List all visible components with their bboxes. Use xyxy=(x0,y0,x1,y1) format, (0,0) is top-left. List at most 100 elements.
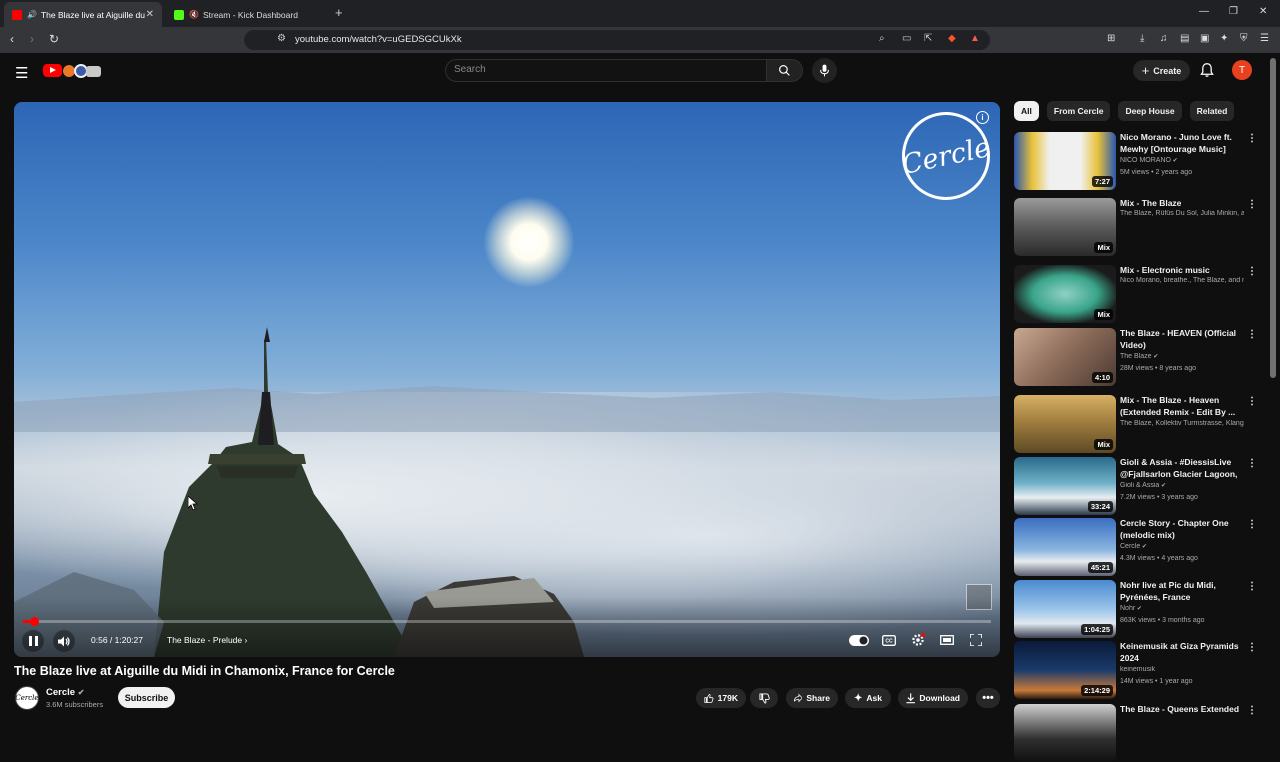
channel-avatar[interactable]: Cercle xyxy=(15,686,39,710)
downloads-icon[interactable]: ⤓ xyxy=(1140,33,1144,44)
recommendation-title[interactable]: Keinemusik at Giza Pyramids 2024 xyxy=(1120,641,1242,664)
recommendation-title[interactable]: Nico Morano - Juno Love ft. Mewhy [Ontou… xyxy=(1120,132,1242,155)
chip-deep-house[interactable]: Deep House xyxy=(1118,101,1182,121)
subscribe-button[interactable]: Subscribe xyxy=(118,687,175,708)
audio-muted-icon[interactable]: 🔇 xyxy=(189,10,199,19)
browser-tab-youtube[interactable]: 🔊 The Blaze live at Aiguille du M ✕ xyxy=(4,2,162,27)
video-thumbnail[interactable]: 7:27 xyxy=(1014,132,1116,190)
share-page-icon[interactable]: ⇱ xyxy=(924,33,932,44)
video-thumbnail[interactable]: Mix xyxy=(1014,265,1116,323)
recommendation-item[interactable]: 33:24 Gioli & Assia - #DiessisLive @Fjall… xyxy=(1014,457,1262,515)
video-thumbnail[interactable]: Mix xyxy=(1014,198,1116,256)
chip-all[interactable]: All xyxy=(1014,101,1039,121)
progress-bar[interactable] xyxy=(23,617,991,626)
recommendation-title[interactable]: Cercle Story - Chapter One (melodic mix) xyxy=(1120,518,1242,541)
forward-icon[interactable]: › xyxy=(30,32,34,46)
recommendation-channel[interactable]: Cercle ✔ xyxy=(1120,543,1244,550)
more-vertical-icon[interactable]: ⋮ xyxy=(1247,458,1257,469)
dislike-button[interactable] xyxy=(750,688,778,708)
theater-mode-button[interactable] xyxy=(936,630,958,650)
recommendation-item[interactable]: Mix Mix - The Blaze - Heaven (Extended Re… xyxy=(1014,395,1262,453)
tab-close-icon[interactable]: ✕ xyxy=(146,9,154,20)
notifications-bell-icon[interactable] xyxy=(1200,62,1214,78)
more-vertical-icon[interactable]: ⋮ xyxy=(1247,329,1257,340)
more-vertical-icon[interactable]: ⋮ xyxy=(1247,581,1257,592)
download-button[interactable]: Download xyxy=(898,688,968,708)
more-vertical-icon[interactable]: ⋮ xyxy=(1247,705,1257,716)
address-bar[interactable]: ⚙ youtube.com/watch?v=uGEDSGCUkXk ⌕ ▭ ⇱ … xyxy=(244,30,990,50)
wallet-icon[interactable]: ▣ xyxy=(1200,33,1209,44)
minimize-icon[interactable]: — xyxy=(1199,6,1209,17)
like-button[interactable]: 179K xyxy=(696,688,746,708)
media-icon[interactable]: ♫ xyxy=(1160,33,1168,44)
recommendation-title[interactable]: Nohr live at Pic du Midi, Pyrénées, Fran… xyxy=(1120,580,1242,603)
audio-playing-icon[interactable]: 🔊 xyxy=(27,10,37,19)
recommendation-channel[interactable]: NICO MORANO ✔ xyxy=(1120,157,1244,164)
brave-shield-icon[interactable]: ◆ xyxy=(948,33,956,44)
recommendation-title[interactable]: Gioli & Assia - #DiessisLive @Fjallsarlo… xyxy=(1120,457,1242,480)
search-input[interactable] xyxy=(454,64,754,75)
recommendation-channel[interactable]: The Blaze, Rüfüs Du Sol, Julia Minkin, a… xyxy=(1120,210,1244,217)
video-thumbnail[interactable] xyxy=(1014,704,1116,762)
recommendation-title[interactable]: Mix - The Blaze - Heaven (Extended Remix… xyxy=(1120,395,1242,418)
video-thumbnail[interactable]: 1:04:25 xyxy=(1014,580,1116,638)
vpn-icon[interactable]: ⛨ xyxy=(1240,33,1248,44)
more-vertical-icon[interactable]: ⋮ xyxy=(1247,199,1257,210)
fullscreen-button[interactable] xyxy=(965,630,987,650)
video-thumbnail[interactable]: 2:14:29 xyxy=(1014,641,1116,699)
create-button[interactable]: + Create xyxy=(1133,60,1190,81)
site-info-icon[interactable]: ⚙ xyxy=(277,33,286,44)
back-icon[interactable]: ‹ xyxy=(10,32,14,46)
recommendation-title[interactable]: The Blaze - HEAVEN (Official Video) xyxy=(1120,328,1242,351)
recommendation-channel[interactable]: The Blaze ✔ xyxy=(1120,353,1244,360)
video-player[interactable]: Cercle i 0:56 / 1:20:27 The Blaze - Prel… xyxy=(14,102,1000,657)
video-thumbnail[interactable]: 33:24 xyxy=(1014,457,1116,515)
more-vertical-icon[interactable]: ⋮ xyxy=(1247,266,1257,277)
video-thumbnail[interactable]: 45:21 xyxy=(1014,518,1116,576)
chip-from-cercle[interactable]: From Cercle xyxy=(1046,101,1111,121)
recommendation-item[interactable]: 2:14:29 Keinemusik at Giza Pyramids 2024 k… xyxy=(1014,641,1262,699)
browser-tab-kick[interactable]: 🔇 Stream - Kick Dashboard xyxy=(166,2,326,27)
more-vertical-icon[interactable]: ⋮ xyxy=(1247,133,1257,144)
recommendation-channel[interactable]: The Blaze, Kollektiv Turmstrasse, Klangk… xyxy=(1120,420,1244,427)
video-thumbnail[interactable]: Mix xyxy=(1014,395,1116,453)
more-vertical-icon[interactable]: ⋮ xyxy=(1247,396,1257,407)
pause-button[interactable] xyxy=(22,630,44,652)
more-vertical-icon[interactable]: ⋮ xyxy=(1247,642,1257,653)
sidebar-toggle-icon[interactable]: ⊞ xyxy=(1107,33,1115,44)
recommendation-channel[interactable]: keinemusik xyxy=(1120,666,1244,673)
voice-search-button[interactable] xyxy=(812,58,837,83)
hamburger-menu-icon[interactable]: ☰ xyxy=(15,64,28,82)
ask-button[interactable]: ✦ Ask xyxy=(845,688,891,708)
youtube-doodle-logo[interactable] xyxy=(43,63,101,79)
recommendation-item[interactable]: Mix Mix - The Blaze The Blaze, Rüfüs Du So… xyxy=(1014,198,1262,256)
new-tab-icon[interactable]: + xyxy=(335,5,343,20)
recommendation-item[interactable]: 4:10 The Blaze - HEAVEN (Official Video) T… xyxy=(1014,328,1262,386)
recommendation-item[interactable]: The Blaze - Queens Extended ⋮ xyxy=(1014,704,1262,762)
url-text[interactable]: youtube.com/watch?v=uGEDSGCUkXk xyxy=(295,34,462,45)
reader-icon[interactable]: ▤ xyxy=(1180,33,1189,44)
recommendation-channel[interactable]: Nohr ✔ xyxy=(1120,605,1244,612)
chip-related[interactable]: Related xyxy=(1189,101,1235,121)
info-icon[interactable]: i xyxy=(976,111,989,124)
settings-button[interactable] xyxy=(907,630,929,650)
cast-icon[interactable]: ▭ xyxy=(902,33,911,44)
recommendation-item[interactable]: 1:04:25 Nohr live at Pic du Midi, Pyrénée… xyxy=(1014,580,1262,638)
chapter-button[interactable]: The Blaze - Prelude › xyxy=(167,635,247,645)
page-scrollbar[interactable] xyxy=(1270,58,1276,378)
volume-button[interactable] xyxy=(53,630,75,652)
maximize-icon[interactable]: ❐ xyxy=(1229,6,1238,17)
recommendation-channel[interactable]: Gioli & Assia ✔ xyxy=(1120,482,1244,489)
video-thumbnail[interactable]: 4:10 xyxy=(1014,328,1116,386)
search-button[interactable] xyxy=(766,59,803,82)
recommendation-item[interactable]: 45:21 Cercle Story - Chapter One (melodic… xyxy=(1014,518,1262,576)
channel-name[interactable]: Cercle ✔ xyxy=(46,687,84,698)
recommendation-channel[interactable]: Nico Morano, breathe., The Blaze, and m.… xyxy=(1120,277,1244,284)
more-actions-button[interactable]: ••• xyxy=(976,688,1000,708)
recommendation-title[interactable]: The Blaze - Queens Extended xyxy=(1120,704,1242,716)
recommendation-title[interactable]: Mix - Electronic music xyxy=(1120,265,1242,277)
recommendation-title[interactable]: Mix - The Blaze xyxy=(1120,198,1242,210)
share-button[interactable]: Share xyxy=(786,688,838,708)
progress-scrubber[interactable] xyxy=(29,617,39,626)
more-vertical-icon[interactable]: ⋮ xyxy=(1247,519,1257,530)
